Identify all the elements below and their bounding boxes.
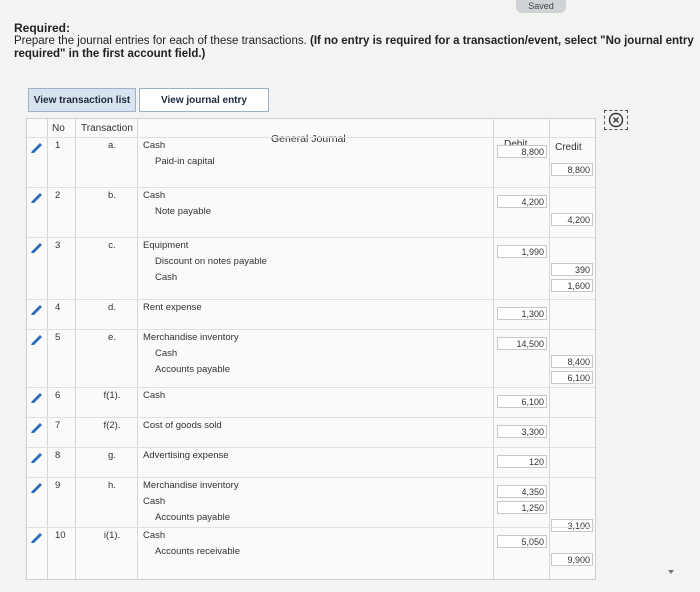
debit-amount[interactable]: 120 [497, 455, 547, 468]
instructions-plain: Prepare the journal entries for each of … [14, 35, 307, 47]
account-name[interactable]: Cash [143, 496, 165, 507]
journal-line: Cash 1,600 [27, 271, 595, 292]
account-name[interactable]: Cash [143, 530, 165, 541]
account-name[interactable]: Cash [143, 390, 165, 401]
general-journal-table: No Transaction General Journal Debit Cre… [26, 118, 596, 580]
journal-line: Cash 4,200 [27, 189, 595, 208]
instructions-text: Prepare the journal entries for each of … [14, 35, 694, 61]
journal-line: Merchandise inventory 4,350 [27, 479, 595, 498]
account-name[interactable]: Paid-in capital [155, 156, 215, 167]
scroll-down-arrow-icon[interactable] [668, 570, 674, 574]
debit-amount[interactable]: 3,300 [497, 425, 547, 438]
journal-line: Cash 1,250 [27, 495, 595, 514]
header-no: No [52, 123, 65, 134]
journal-line: Cash 8,400 [27, 347, 595, 368]
account-name[interactable]: Discount on notes payable [155, 256, 267, 267]
credit-amount[interactable]: 9,900 [551, 553, 593, 566]
debit-amount[interactable]: 6,100 [497, 395, 547, 408]
account-name[interactable]: Rent expense [143, 302, 202, 313]
journal-line: Cash 5,050 [27, 529, 595, 548]
journal-line: Advertising expense 120 [27, 449, 595, 468]
account-name[interactable]: Advertising expense [143, 450, 229, 461]
account-name[interactable]: Accounts receivable [155, 546, 240, 557]
account-name[interactable]: Cash [155, 272, 177, 283]
account-name[interactable]: Cash [155, 348, 177, 359]
credit-amount[interactable]: 1,600 [551, 279, 593, 292]
account-name[interactable]: Merchandise inventory [143, 332, 239, 343]
tab-view-transaction-list[interactable]: View transaction list [28, 88, 136, 112]
credit-amount[interactable]: 4,200 [551, 213, 593, 226]
journal-line: Paid-in capital 8,800 [27, 155, 595, 176]
credit-amount[interactable]: 6,100 [551, 371, 593, 384]
tab-view-journal-entry-worksheet[interactable]: View journal entry worksheet [139, 88, 269, 130]
account-name[interactable]: Cash [143, 140, 165, 151]
header-transaction: Transaction [81, 123, 133, 134]
account-name[interactable]: Accounts payable [155, 512, 230, 523]
debit-amount[interactable]: 1,300 [497, 307, 547, 320]
journal-line: Accounts receivable 9,900 [27, 545, 595, 566]
account-name[interactable]: Merchandise inventory [143, 480, 239, 491]
account-name[interactable]: Cost of goods sold [143, 420, 222, 431]
journal-line: Note payable 4,200 [27, 205, 595, 226]
required-heading: Required: [14, 21, 71, 35]
account-name[interactable]: Note payable [155, 206, 211, 217]
account-name[interactable]: Accounts payable [155, 364, 230, 375]
journal-line: Rent expense 1,300 [27, 301, 595, 320]
journal-line: Merchandise inventory 14,500 [27, 331, 595, 350]
saved-status-badge: Saved [516, 0, 566, 13]
journal-line: Equipment 1,990 [27, 239, 595, 258]
journal-line: Accounts payable 3,100 [27, 511, 595, 532]
account-name[interactable]: Cash [143, 190, 165, 201]
journal-line: Accounts payable 6,100 [27, 363, 595, 384]
close-circle-icon [608, 112, 624, 128]
journal-line: Cash 8,800 [27, 139, 595, 158]
close-button[interactable] [604, 110, 628, 130]
credit-amount[interactable]: 8,800 [551, 163, 593, 176]
journal-line: Cost of goods sold 3,300 [27, 419, 595, 438]
journal-line: Cash 6,100 [27, 389, 595, 408]
account-name[interactable]: Equipment [143, 240, 188, 251]
journal-line: Discount on notes payable 390 [27, 255, 595, 276]
